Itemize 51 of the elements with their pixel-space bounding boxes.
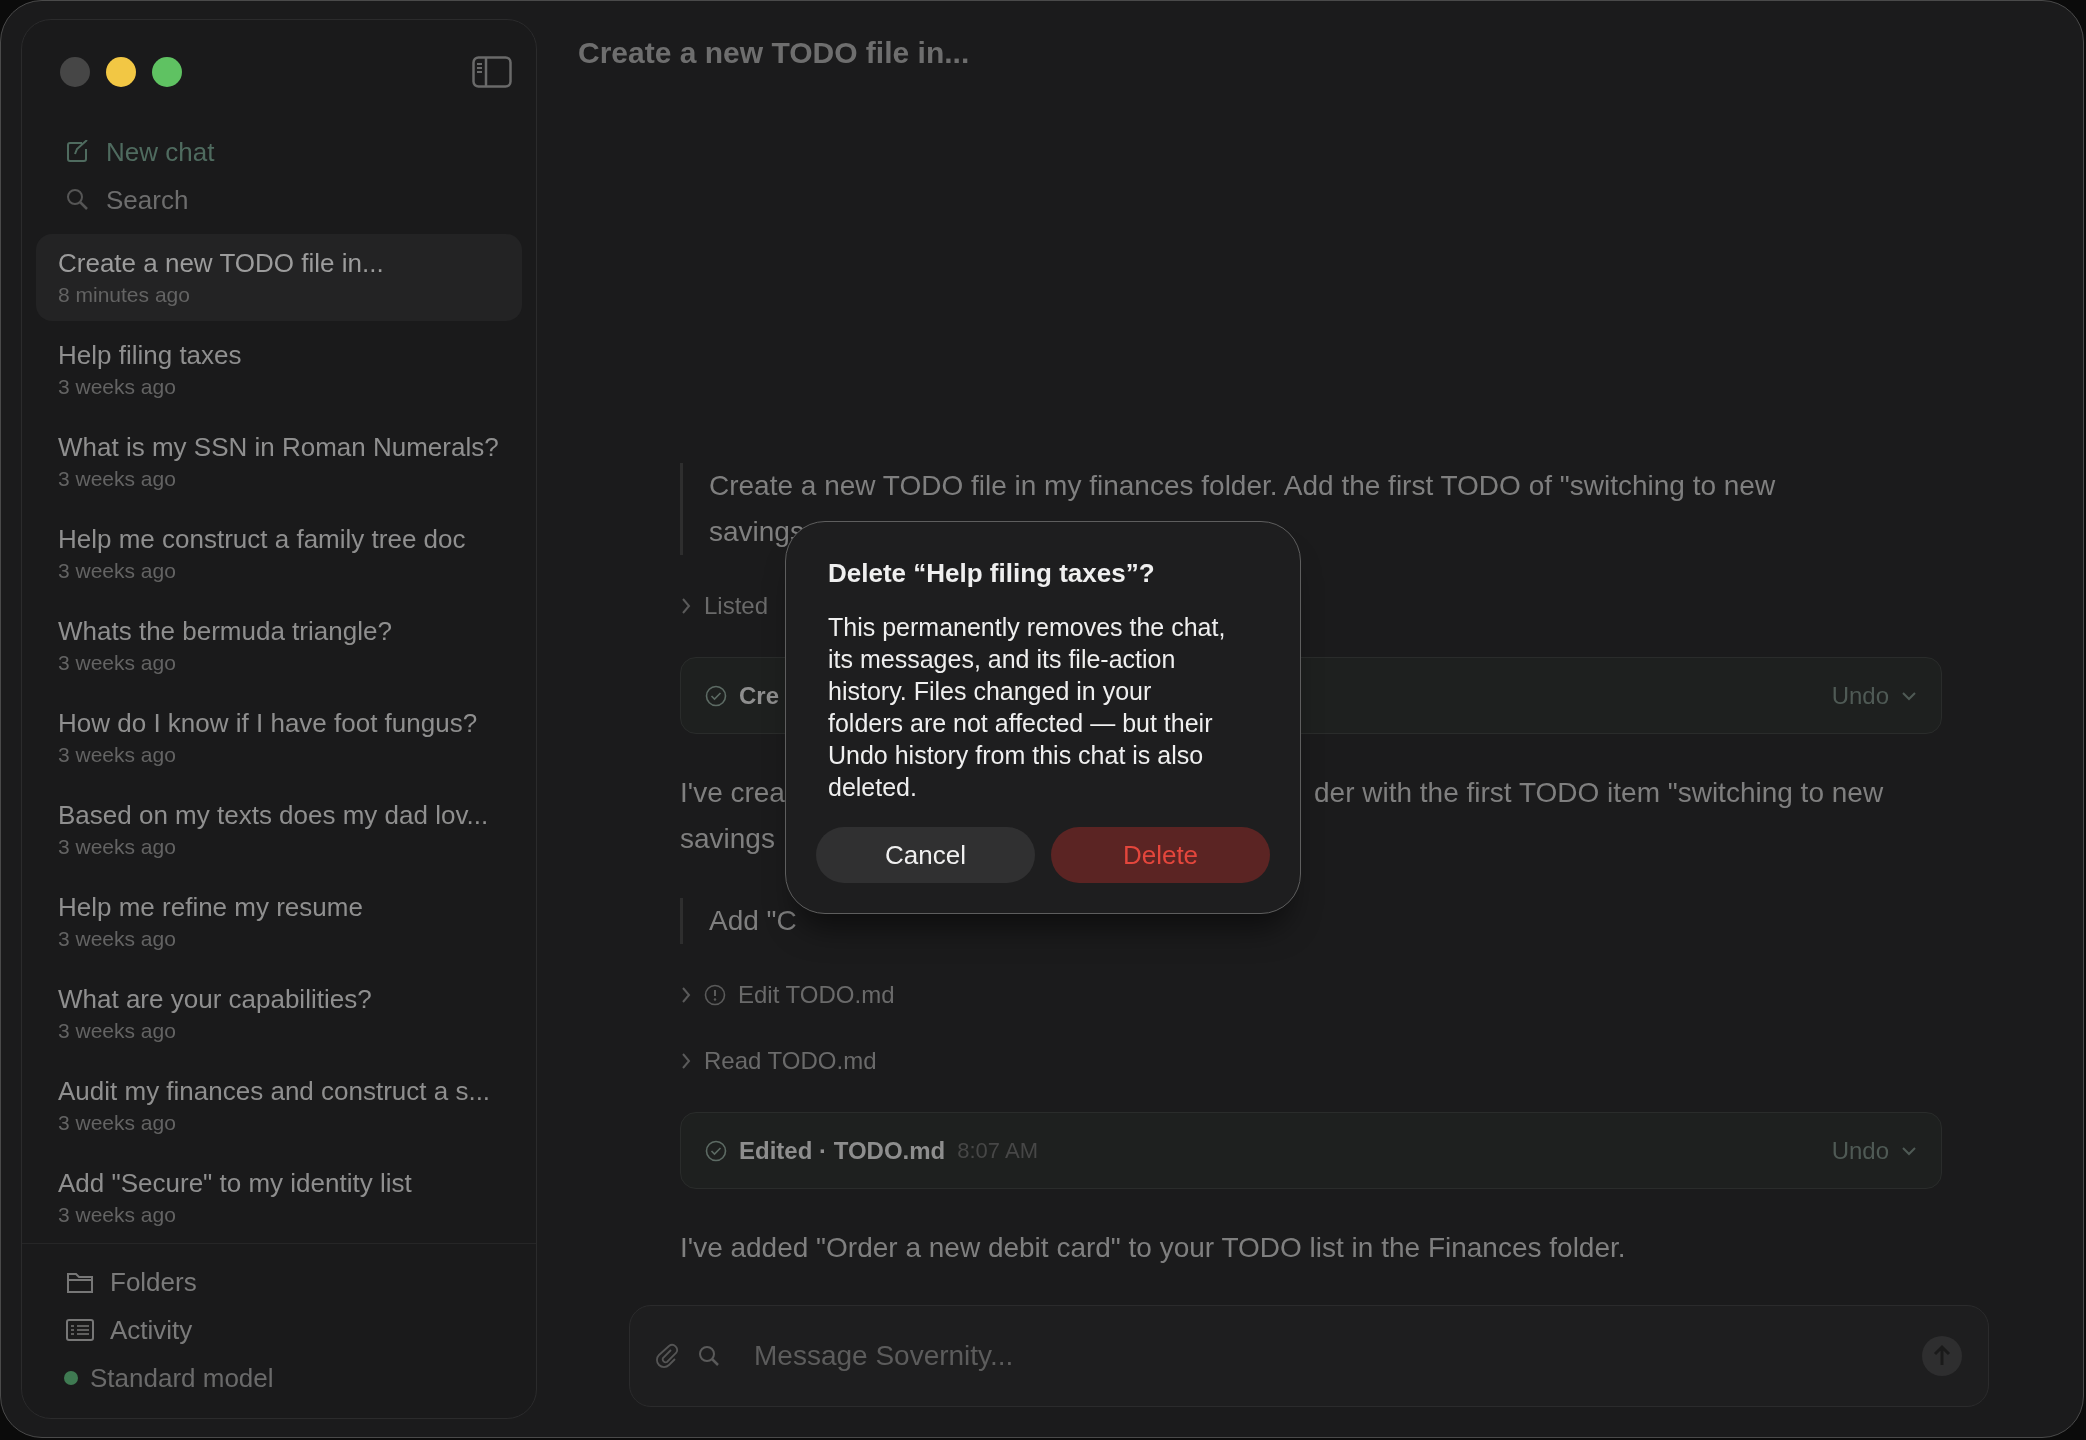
folder-icon	[66, 1270, 94, 1294]
chevron-icon	[680, 986, 692, 1004]
status-dot-icon	[64, 1371, 78, 1385]
close-button[interactable]	[60, 57, 90, 87]
search-button[interactable]: Search	[22, 176, 189, 224]
chat-list-item[interactable]: What is my SSN in Roman Numerals? 3 weeks ago	[36, 418, 522, 505]
paperclip-icon	[654, 1343, 680, 1369]
zoom-button[interactable]	[152, 57, 182, 87]
chat-list-item[interactable]: Whats the bermuda triangle? 3 weeks ago	[36, 602, 522, 689]
folder-item[interactable]: Folders	[22, 1258, 536, 1306]
new-chat-button[interactable]: New chat	[22, 128, 215, 176]
list-icon	[66, 1318, 94, 1342]
chat-list-item[interactable]: Audit my finances and construct a s... 3 weeks ago	[36, 1062, 522, 1149]
chat-title: Create a new TODO file in...	[578, 36, 970, 70]
dialog-title: Delete “Help filing taxes”?	[828, 558, 1156, 589]
chat-list-item[interactable]: Help filing taxes 3 weeks ago	[36, 326, 522, 413]
sidebar-toggle-icon[interactable]	[472, 56, 512, 88]
search-icon	[66, 188, 90, 212]
chat-list-item[interactable]: Create a new TODO file in... 8 minutes ago	[36, 234, 522, 321]
message-field[interactable]: Message Sovernity...	[629, 1305, 1989, 1407]
chat-list-item[interactable]: Based on my texts does my dad lov... 3 weeks ago	[36, 786, 522, 873]
search-icon	[698, 1345, 720, 1367]
dialog-message: This permanently removes the chat, its messages, and its file-action history. Files changed in your folders are not affected — but their Undo history from this chat is also deleted.	[828, 612, 1227, 803]
user-message-text: Add "C	[709, 905, 797, 936]
chat-list-item[interactable]: Help me construct a family tree doc 3 weeks ago	[36, 510, 522, 597]
model-selector[interactable]: Standard model	[22, 1354, 536, 1402]
reply-text: savings	[680, 823, 775, 854]
chat-list-item[interactable]: Help me refine my resume 3 weeks ago	[36, 878, 522, 965]
chat-list-item[interactable]: Add "Secure" to my identity list 3 weeks ago	[36, 1154, 522, 1241]
tool-step[interactable]: Read TODO.md	[680, 1046, 1942, 1076]
reply-text: der with the first TODO item "switching to new	[1314, 777, 1884, 808]
reply-text: I've crea	[680, 777, 785, 808]
reply-text: I've added "Order a new debit card" to your TODO list in the Finances folder.	[680, 1232, 1626, 1263]
compose-icon	[66, 140, 90, 164]
file-action-label: Cre	[739, 681, 780, 710]
check-circle-icon	[705, 1139, 727, 1162]
file-action-label: Edited · TODO.md	[739, 1136, 946, 1165]
minimize-button[interactable]	[106, 57, 136, 87]
check-circle-icon	[705, 684, 727, 707]
chat-list-item[interactable]: What are your capabilities? 3 weeks ago	[36, 970, 522, 1057]
cancel-button[interactable]: Cancel	[816, 827, 1035, 883]
chevron-icon	[680, 1052, 692, 1070]
chevron-down-icon	[1901, 1144, 1917, 1157]
chat-list-item[interactable]: How do I know if I have foot fungus? 3 weeks ago	[36, 694, 522, 781]
delete-button[interactable]: Delete	[1051, 827, 1270, 883]
user-message-text: Create a new TODO file in my finances folder. Add the first TODO of "switching to new	[709, 470, 1776, 501]
chevron-down-icon	[1901, 689, 1917, 702]
activity-item[interactable]: Activity	[22, 1306, 536, 1354]
chevron-icon	[680, 597, 692, 615]
message-field[interactable]: Message Sovernity...	[752, 1335, 1904, 1377]
tool-step[interactable]: Edit TODO.md	[680, 980, 1942, 1010]
